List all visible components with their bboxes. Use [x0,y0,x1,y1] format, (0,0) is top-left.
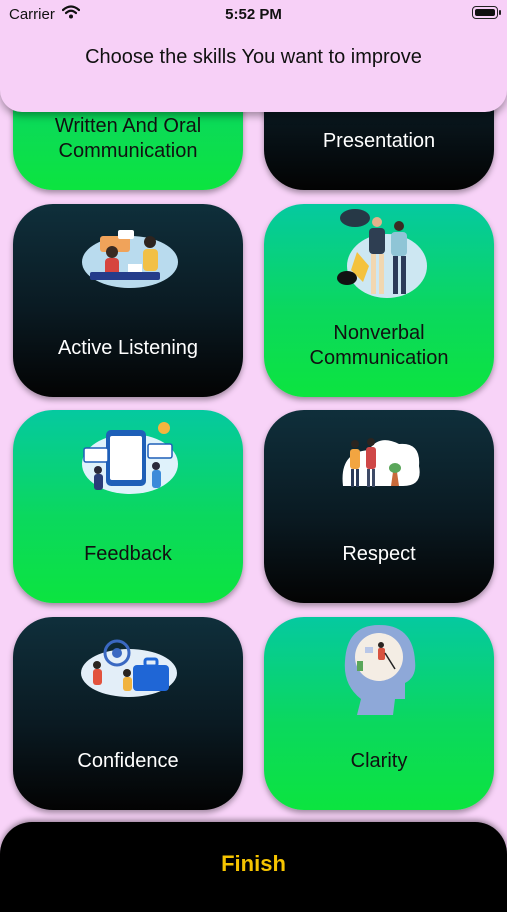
clock: 5:52 PM [225,6,282,23]
skill-card-label: Respect [342,543,416,565]
battery-icon [472,6,501,19]
skill-card-nonverbal-communication[interactable]: Nonverbal Communication [264,204,494,397]
listening-illustration-icon [78,228,178,295]
finish-button-label: Finish [221,851,286,876]
confidence-illustration-icon [79,637,177,702]
skill-card-label: Presentation [322,130,436,152]
skills-grid: Written And Oral Communication Presentat… [0,0,507,900]
skill-card-label: Feedback [84,543,172,565]
skill-card-active-listening[interactable]: Active Listening [13,204,243,397]
skill-card-label: Active Listening [57,337,199,359]
clarity-illustration-icon [335,619,423,724]
skill-card-respect[interactable]: Respect [264,410,494,603]
feedback-illustration-icon [78,420,178,501]
nonverbal-illustration-icon [329,208,429,309]
skill-card-label: Confidence [77,750,179,772]
skill-card-label: Clarity [350,750,408,772]
skill-card-label: Written And Oral Communication [54,115,202,162]
status-bar: Carrier 5:52 PM [0,0,507,28]
respect-illustration-icon [333,432,425,495]
skill-card-label: Nonverbal Communication [309,322,449,369]
skill-card-clarity[interactable]: Clarity [264,617,494,810]
skill-card-feedback[interactable]: Feedback [13,410,243,603]
skill-card-confidence[interactable]: Confidence [13,617,243,810]
finish-button[interactable]: Finish [0,822,507,912]
page-title: Choose the skills You want to improve [85,46,422,68]
